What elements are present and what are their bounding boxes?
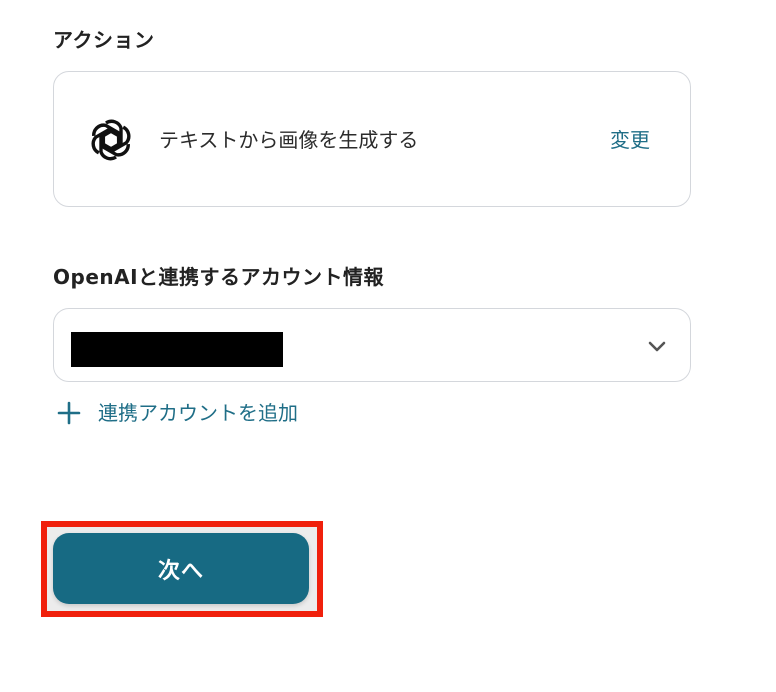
- action-name: テキストから画像を生成する: [159, 128, 419, 152]
- action-card: テキストから画像を生成する 変更: [53, 71, 691, 207]
- chevron-down-icon: [648, 341, 666, 352]
- add-account-link[interactable]: 連携アカウントを追加: [56, 398, 298, 428]
- openai-logo-icon: [91, 119, 131, 161]
- redacted-account-value: [71, 332, 283, 367]
- add-account-label: 連携アカウントを追加: [98, 401, 298, 425]
- plus-icon: [57, 401, 81, 425]
- account-select[interactable]: [53, 308, 691, 382]
- change-action-link[interactable]: 変更: [610, 128, 650, 152]
- action-section-label: アクション: [53, 28, 155, 52]
- next-button[interactable]: 次へ: [53, 533, 309, 604]
- account-section-label: OpenAIと連携するアカウント情報: [53, 265, 385, 289]
